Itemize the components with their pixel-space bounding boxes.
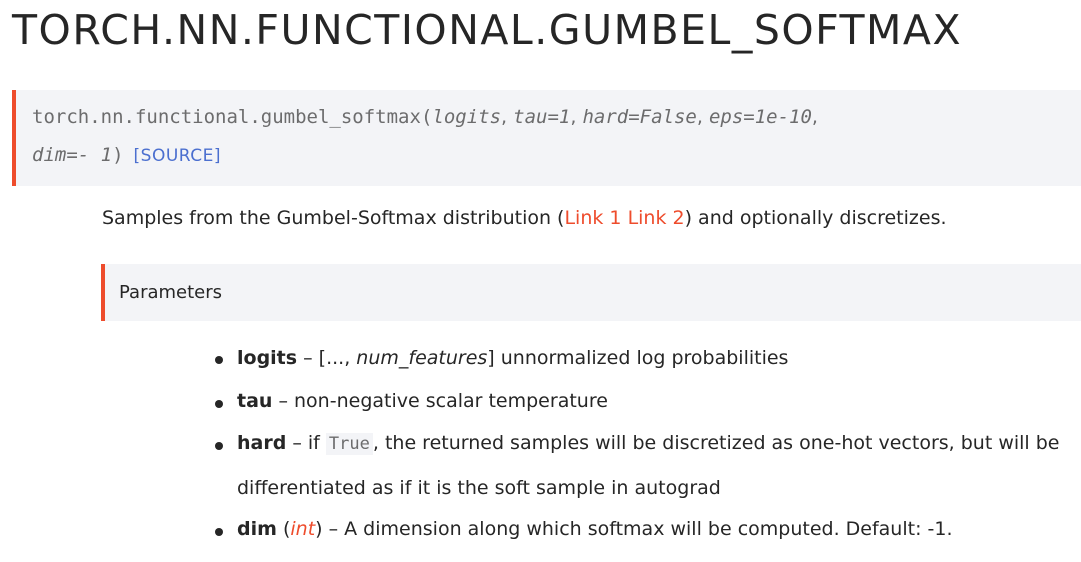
param-item-hard: hard – if True, the returned samples wil… [237, 432, 1060, 455]
source-link[interactable]: [SOURCE] [134, 146, 221, 166]
param-hard: hard=False [582, 106, 697, 128]
type-link-int[interactable]: int [290, 518, 315, 540]
bullet-icon [215, 442, 223, 450]
description-text-start: Samples from the Gumbel-Softmax distribu… [102, 207, 565, 229]
description-text-end: ) and optionally discretizes. [684, 207, 947, 229]
inline-code: True [325, 433, 373, 455]
close-paren: ) [112, 144, 124, 166]
param-item-tau: tau – non-negative scalar temperature [237, 390, 608, 412]
param-name: hard [237, 432, 287, 454]
bullet-icon [215, 356, 223, 364]
signature-line-1: torch.nn.functional.gumbel_softmax(logit… [32, 106, 818, 128]
open-paren: ( [420, 106, 433, 128]
param-shape: num_features [356, 347, 488, 369]
param-tau: tau=1 [513, 106, 571, 128]
param-name: tau [237, 390, 273, 412]
param-item-logits: logits – [..., num_features] unnormalize… [237, 347, 789, 369]
page-title: TORCH.NN.FUNCTIONAL.GUMBEL_SOFTMAX [12, 6, 963, 54]
link-2[interactable]: Link 2 [628, 207, 685, 229]
param-eps: eps=1e-10 [708, 106, 812, 128]
bullet-icon [215, 400, 223, 408]
parameters-heading-box: Parameters [101, 264, 1081, 321]
link-1[interactable]: Link 1 [564, 207, 621, 229]
param-logits: logits [432, 106, 502, 128]
param-item-hard-continued: differentiated as if it is the soft samp… [237, 477, 721, 499]
function-signature: torch.nn.functional.gumbel_softmax(logit… [12, 90, 1081, 186]
param-dim: dim=- 1 [32, 144, 113, 166]
param-item-dim: dim (int) – A dimension along which soft… [237, 518, 953, 540]
param-name: logits [237, 347, 298, 369]
parameters-heading: Parameters [119, 282, 223, 303]
signature-line-2: dim=- 1) [SOURCE] [32, 144, 221, 166]
function-description: Samples from the Gumbel-Softmax distribu… [102, 207, 947, 229]
function-name: torch.nn.functional.gumbel_softmax [32, 106, 421, 128]
param-name: dim [237, 518, 277, 540]
bullet-icon [215, 528, 223, 536]
